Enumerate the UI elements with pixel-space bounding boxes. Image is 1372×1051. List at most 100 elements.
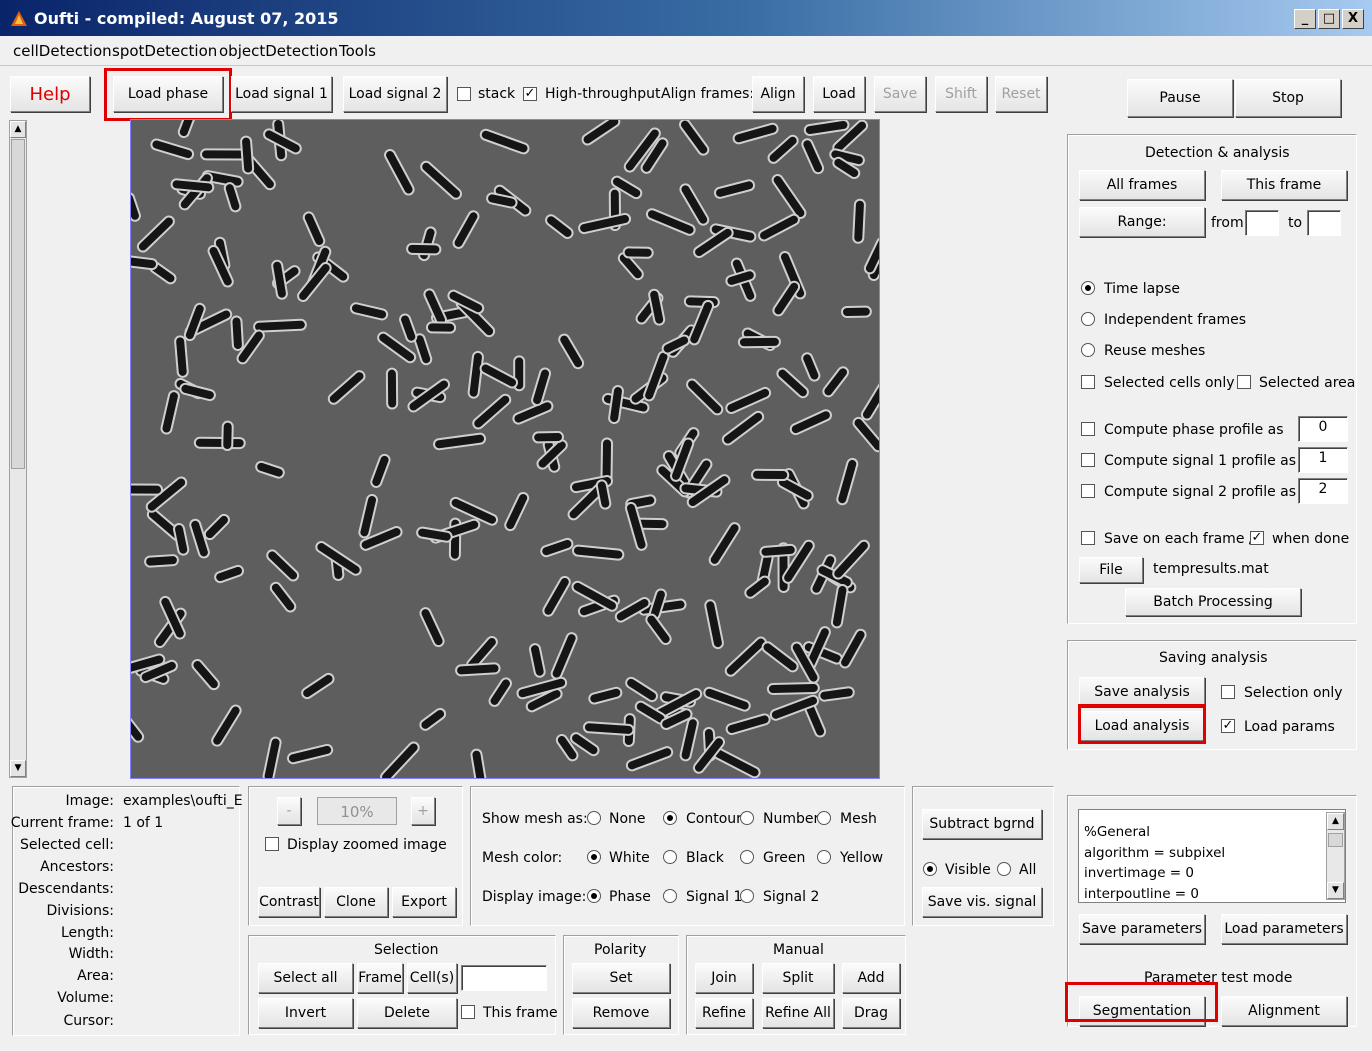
maximize-button[interactable]: □	[1318, 9, 1340, 29]
color-black-radio[interactable]	[663, 850, 677, 864]
independent-frames-radio[interactable]	[1081, 312, 1095, 326]
params-scrollbar[interactable]: ▲ ▼	[1326, 812, 1345, 900]
load-parameters-button[interactable]: Load parameters	[1221, 914, 1347, 944]
scroll-down-icon[interactable]: ▼	[10, 760, 26, 777]
drag-button[interactable]: Drag	[842, 998, 900, 1028]
load-phase-button[interactable]: Load phase	[113, 76, 223, 112]
frame-button[interactable]: Frame	[357, 963, 403, 993]
when-done-checkbox[interactable]: ✓	[1250, 531, 1264, 545]
compute-signal2-checkbox[interactable]	[1081, 484, 1095, 498]
this-frame-button[interactable]: This frame	[1221, 170, 1347, 200]
refine-button[interactable]: Refine	[695, 998, 753, 1028]
display-zoomed-checkbox[interactable]	[265, 837, 279, 851]
shift-button[interactable]: Shift	[935, 76, 987, 112]
zoom-level-field[interactable]: 10%	[317, 797, 397, 825]
color-white-radio[interactable]	[587, 850, 601, 864]
zoom-out-button[interactable]: -	[277, 797, 301, 825]
align-button[interactable]: Align	[752, 76, 804, 112]
compute-phase-checkbox[interactable]	[1081, 422, 1095, 436]
mesh-none-radio[interactable]	[587, 811, 601, 825]
high-throughput-checkbox[interactable]: ✓	[523, 87, 537, 101]
color-green-radio[interactable]	[740, 850, 754, 864]
segmentation-button[interactable]: Segmentation	[1079, 996, 1205, 1026]
save-vis-signal-button[interactable]: Save vis. signal	[922, 887, 1042, 917]
mesh-mesh-radio[interactable]	[817, 811, 831, 825]
range-button[interactable]: Range:	[1079, 207, 1205, 237]
phase-image-canvas[interactable]	[130, 119, 880, 779]
load-signal1-button[interactable]: Load signal 1	[231, 76, 332, 112]
bacterial-cell	[572, 734, 598, 755]
all-frames-button[interactable]: All frames	[1079, 170, 1205, 200]
load-analysis-button[interactable]: Load analysis	[1079, 711, 1205, 741]
parameters-textbox[interactable]: %General algorithm = subpixel invertimag…	[1078, 809, 1346, 903]
selected-area-checkbox[interactable]	[1237, 375, 1251, 389]
clone-button[interactable]: Clone	[324, 887, 388, 917]
range-from-input[interactable]	[1245, 210, 1279, 236]
menu-spotdetection[interactable]: spotDetection	[112, 42, 217, 60]
alignment-button[interactable]: Alignment	[1221, 996, 1347, 1026]
bacterial-cell	[761, 545, 795, 556]
pause-button[interactable]: Pause	[1127, 79, 1233, 117]
stop-button[interactable]: Stop	[1235, 79, 1341, 117]
stack-checkbox[interactable]	[457, 87, 471, 101]
bacterial-cell	[557, 736, 577, 760]
all-radio[interactable]	[997, 862, 1011, 876]
mesh-number-radio[interactable]	[740, 811, 754, 825]
reset-button[interactable]: Reset	[995, 76, 1047, 112]
visible-radio[interactable]	[923, 862, 937, 876]
save-each-frame-checkbox[interactable]	[1081, 531, 1095, 545]
signal2-profile-input[interactable]: 2	[1298, 478, 1348, 504]
phase-profile-input[interactable]: 0	[1298, 416, 1348, 442]
time-lapse-radio[interactable]	[1081, 281, 1095, 295]
cells-button[interactable]: Cell(s)	[407, 963, 457, 993]
selection-only-checkbox[interactable]	[1221, 685, 1235, 699]
subtract-bgrnd-button[interactable]: Subtract bgrnd	[922, 809, 1042, 839]
select-all-button[interactable]: Select all	[258, 963, 353, 993]
selected-cells-only-checkbox[interactable]	[1081, 375, 1095, 389]
export-button[interactable]: Export	[392, 887, 456, 917]
load-signal2-button[interactable]: Load signal 2	[343, 76, 447, 112]
scroll-up-icon[interactable]: ▲	[10, 121, 26, 138]
scroll-up-icon[interactable]: ▲	[1327, 813, 1344, 830]
add-button[interactable]: Add	[842, 963, 900, 993]
image-signal2-radio[interactable]	[740, 889, 754, 903]
scroll-down-icon[interactable]: ▼	[1327, 882, 1344, 899]
frame-scrollbar[interactable]: ▲ ▼	[9, 120, 27, 778]
reuse-meshes-radio[interactable]	[1081, 343, 1095, 357]
scroll-thumb[interactable]	[11, 139, 25, 469]
signal1-profile-input[interactable]: 1	[1298, 447, 1348, 473]
close-button[interactable]: X	[1342, 9, 1364, 29]
delete-button[interactable]: Delete	[357, 998, 457, 1028]
batch-processing-button[interactable]: Batch Processing	[1125, 588, 1301, 616]
menu-tools[interactable]: Tools	[339, 42, 376, 60]
join-button[interactable]: Join	[695, 963, 753, 993]
split-button[interactable]: Split	[762, 963, 834, 993]
polarity-remove-button[interactable]: Remove	[572, 998, 670, 1028]
refine-all-button[interactable]: Refine All	[762, 998, 834, 1028]
image-signal1-radio[interactable]	[663, 889, 677, 903]
load-params-checkbox[interactable]: ✓	[1221, 719, 1235, 733]
menu-celldetection[interactable]: cellDetection	[13, 42, 112, 60]
minimize-button[interactable]: _	[1294, 9, 1316, 29]
compute-signal1-checkbox[interactable]	[1081, 453, 1095, 467]
color-yellow-radio[interactable]	[817, 850, 831, 864]
invert-button[interactable]: Invert	[258, 998, 353, 1028]
contrast-button[interactable]: Contrast	[258, 887, 320, 917]
cells-input[interactable]	[461, 965, 547, 991]
help-button[interactable]: Help	[10, 76, 90, 112]
info-label: Length:	[60, 925, 114, 941]
align-load-button[interactable]: Load	[813, 76, 865, 112]
menu-objectdetection[interactable]: objectDetection	[219, 42, 338, 60]
color-green-label: Green	[763, 850, 806, 866]
scroll-thumb[interactable]	[1328, 833, 1343, 847]
range-to-input[interactable]	[1307, 210, 1341, 236]
save-parameters-button[interactable]: Save parameters	[1079, 914, 1205, 944]
zoom-in-button[interactable]: +	[411, 797, 435, 825]
image-phase-radio[interactable]	[587, 889, 601, 903]
file-button[interactable]: File	[1079, 557, 1143, 583]
polarity-set-button[interactable]: Set	[572, 963, 670, 993]
align-save-button[interactable]: Save	[874, 76, 926, 112]
save-analysis-button[interactable]: Save analysis	[1079, 677, 1205, 707]
mesh-contour-radio[interactable]	[663, 811, 677, 825]
this-frame-checkbox[interactable]	[461, 1005, 475, 1019]
